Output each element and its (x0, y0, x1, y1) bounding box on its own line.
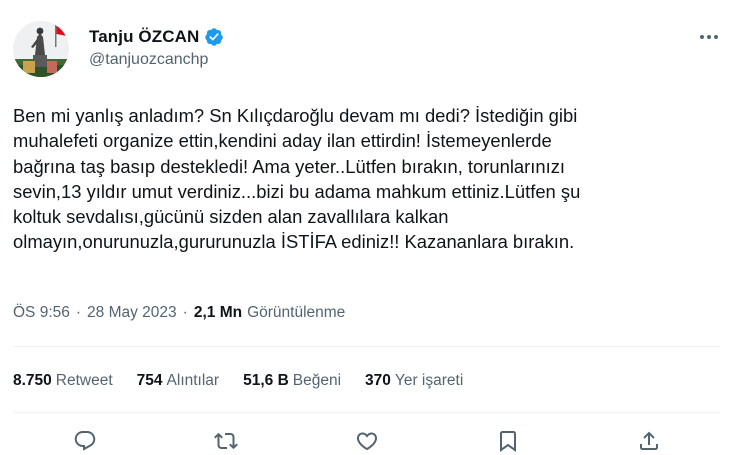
retweets-count: 8.750 (13, 372, 52, 389)
tweet-action-bar (0, 426, 732, 455)
tweet-text-line: sevin,13 yıldır umut verdiniz...bizi bu … (13, 180, 581, 202)
avatar-image (13, 21, 69, 77)
quotes-stat[interactable]: 754 Alıntılar (137, 372, 219, 390)
tweet-text-line: olmayın,onurunuzla,gururunuzla İSTİFA ed… (13, 231, 575, 253)
like-icon[interactable] (352, 426, 382, 455)
quotes-label: Alıntılar (166, 372, 220, 389)
bookmarks-stat[interactable]: 370 Yer işareti (365, 372, 463, 390)
likes-count: 51,6 B (243, 372, 289, 389)
tweet-text-line: koltuk sevdalısı,gücünü sizden alan zava… (13, 206, 449, 228)
more-horizontal-icon[interactable] (695, 26, 723, 48)
bookmarks-label: Yer işareti (394, 372, 464, 389)
meta-separator: · (182, 304, 188, 321)
retweet-icon[interactable] (211, 426, 241, 455)
bookmarks-count: 370 (365, 372, 391, 389)
tweet-stats: 8.750 Retweet 754 Alıntılar 51,6 B Beğen… (13, 370, 487, 392)
tweet-text-line: bağrına taş basıp destekledi! Ama yeter.… (13, 155, 566, 177)
tweet-date[interactable]: 28 May 2023 (87, 304, 177, 322)
divider (13, 412, 720, 413)
author-display-name[interactable]: Tanju ÖZCAN (89, 27, 199, 47)
verified-badge-icon[interactable] (204, 27, 224, 47)
likes-stat[interactable]: 51,6 B Beğeni (243, 372, 341, 390)
retweets-stat[interactable]: 8.750 Retweet (13, 372, 113, 390)
tweet-text: Ben mi yanlış anladım? Sn Kılıçdaroğlu d… (13, 103, 718, 255)
bookmark-icon[interactable] (493, 426, 523, 455)
reply-icon[interactable] (70, 426, 100, 455)
tweet-text-line: Ben mi yanlış anladım? Sn Kılıçdaroğlu d… (13, 105, 578, 126)
divider (13, 346, 720, 347)
share-icon[interactable] (634, 426, 664, 455)
meta-separator: · (75, 304, 82, 321)
avatar[interactable] (13, 21, 69, 77)
views-label: Görüntülenme (247, 304, 346, 321)
quotes-count: 754 (136, 372, 163, 389)
tweet-card: Tanju ÖZCAN @tanjuozcanchp Ben mi yanlış… (0, 0, 732, 455)
tweet-text-line: muhalefeti organize ettin,kendini aday i… (13, 130, 552, 152)
author-name-row: Tanju ÖZCAN (89, 26, 224, 48)
author-handle[interactable]: @tanjuozcanchp (89, 51, 208, 69)
views-count: 2,1 Mn (193, 304, 243, 321)
tweet-time[interactable]: ÖS 9:56 (13, 304, 70, 322)
retweets-label: Retweet (55, 372, 113, 389)
tweet-metadata: ÖS 9:56 · 28 May 2023 · 2,1 Mn Görüntüle… (13, 302, 345, 324)
likes-label: Beğeni (292, 372, 342, 389)
